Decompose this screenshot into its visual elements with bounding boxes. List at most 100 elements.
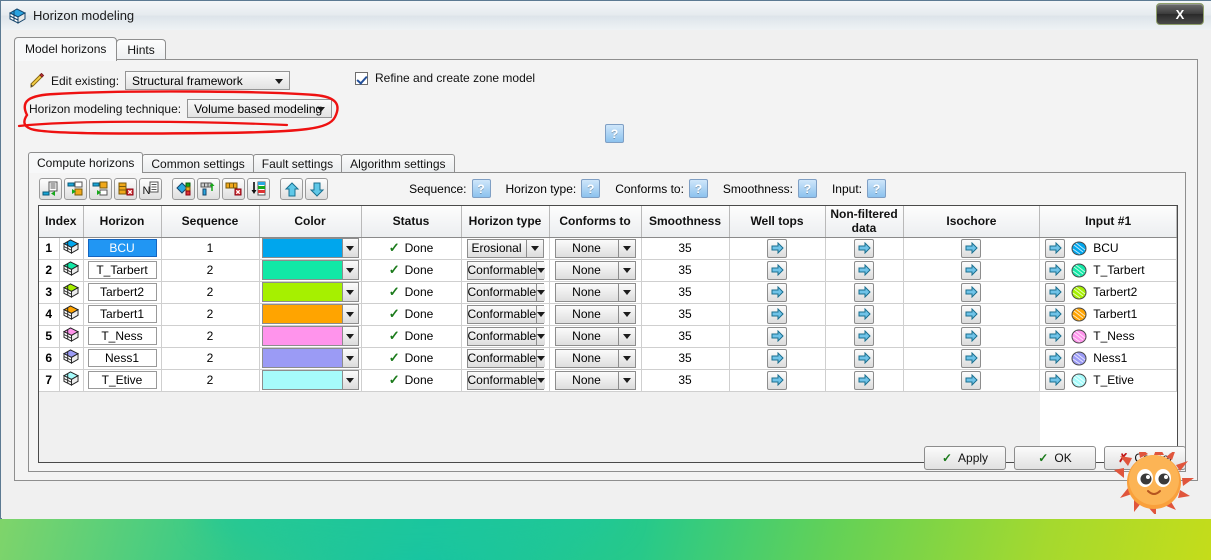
go-arrow-button[interactable] <box>961 282 982 302</box>
cell-sequence[interactable]: 2 <box>161 303 260 326</box>
go-arrow-button[interactable] <box>854 348 874 368</box>
table-row[interactable]: 4 Tarbert1 2 ✓ Done Conformable None 35 Tarbert1 <box>39 303 1177 326</box>
apply-button[interactable]: ✓ Apply <box>924 446 1006 470</box>
cell-non-filtered-data[interactable] <box>825 325 904 348</box>
conforms-to-dropdown-button[interactable] <box>617 349 635 367</box>
go-arrow-button[interactable] <box>961 348 982 368</box>
cell-well-tops[interactable] <box>729 237 826 260</box>
table-row[interactable]: 3 Tarbert2 2 ✓ Done Conformable None 35 Tarbert2 <box>39 281 1177 304</box>
go-arrow-button[interactable] <box>961 304 982 324</box>
cell-well-tops[interactable] <box>729 347 826 370</box>
go-arrow-button[interactable] <box>1045 238 1066 258</box>
conforms-to-dropdown-button[interactable] <box>617 239 635 257</box>
cell-well-tops[interactable] <box>729 259 826 282</box>
cell-color[interactable] <box>259 325 362 348</box>
cell-conforms-to[interactable]: None <box>549 369 642 392</box>
sort-column-button[interactable] <box>247 178 270 200</box>
cell-isochore[interactable] <box>903 259 1041 282</box>
table-row[interactable]: 6 Ness1 2 ✓ Done Conformable None 35 Ness1 <box>39 347 1177 370</box>
go-arrow-button[interactable] <box>854 238 874 258</box>
horizon-type-dropdown-button[interactable] <box>525 239 543 257</box>
go-arrow-button[interactable] <box>1045 370 1066 390</box>
header-smoothness[interactable]: Smoothness <box>641 206 730 238</box>
cell-non-filtered-data[interactable] <box>825 281 904 304</box>
header-isochore[interactable]: Isochore <box>903 206 1041 238</box>
cell-smoothness[interactable]: 35 <box>641 347 730 370</box>
table-row[interactable]: 7 T_Etive 2 ✓ Done Conformable None 35 T_Etive <box>39 369 1177 392</box>
header-color[interactable]: Color <box>259 206 362 238</box>
go-arrow-button[interactable] <box>854 282 874 302</box>
color-dropdown-button[interactable] <box>341 260 359 280</box>
help-button-smoothness[interactable]: ? <box>797 179 817 198</box>
insert-below-button[interactable] <box>89 178 112 200</box>
cell-smoothness[interactable]: 35 <box>641 369 730 392</box>
cell-color[interactable] <box>259 347 362 370</box>
tab-hints[interactable]: Hints <box>116 39 166 61</box>
cell-conforms-to[interactable]: None <box>549 347 642 370</box>
color-dropdown-button[interactable] <box>341 348 359 368</box>
add-column-button[interactable] <box>197 178 220 200</box>
cell-sequence[interactable]: 2 <box>161 369 260 392</box>
go-arrow-button[interactable] <box>767 348 787 368</box>
conforms-to-dropdown-button[interactable] <box>617 283 635 301</box>
move-up-button[interactable] <box>280 178 303 200</box>
go-arrow-button[interactable] <box>1045 348 1066 368</box>
refine-checkbox[interactable] <box>355 71 368 85</box>
go-arrow-button[interactable] <box>961 326 982 346</box>
cell-conforms-to[interactable]: None <box>549 259 642 282</box>
cell-horizon[interactable]: Ness1 <box>83 347 162 370</box>
header-non-filtered-data[interactable]: Non-filtered data <box>825 206 904 238</box>
go-arrow-button[interactable] <box>961 260 982 280</box>
tab-model-horizons[interactable]: Model horizons <box>14 37 118 61</box>
header-input-1[interactable]: Input #1 <box>1039 206 1177 238</box>
cell-input-1[interactable]: T_Ness <box>1039 325 1177 348</box>
move-down-button[interactable] <box>305 178 328 200</box>
go-arrow-button[interactable] <box>767 282 787 302</box>
header-index[interactable]: Index <box>39 206 84 238</box>
cell-non-filtered-data[interactable] <box>825 259 904 282</box>
go-arrow-button[interactable] <box>1045 304 1066 324</box>
tab-algorithm-settings[interactable]: Algorithm settings <box>341 154 455 173</box>
cell-sequence[interactable]: 2 <box>161 347 260 370</box>
cell-conforms-to[interactable]: None <box>549 325 642 348</box>
fill-color-button[interactable] <box>172 178 195 200</box>
cell-smoothness[interactable]: 35 <box>641 237 730 260</box>
header-sequence[interactable]: Sequence <box>161 206 260 238</box>
go-arrow-button[interactable] <box>854 326 874 346</box>
go-arrow-button[interactable] <box>1045 282 1066 302</box>
conforms-to-dropdown-button[interactable] <box>617 371 635 389</box>
cell-sequence[interactable]: 2 <box>161 281 260 304</box>
go-arrow-button[interactable] <box>767 304 787 324</box>
cell-non-filtered-data[interactable] <box>825 347 904 370</box>
go-arrow-button[interactable] <box>767 238 787 258</box>
cell-non-filtered-data[interactable] <box>825 237 904 260</box>
cell-conforms-to[interactable]: None <box>549 237 642 260</box>
cell-non-filtered-data[interactable] <box>825 303 904 326</box>
cell-horizon[interactable]: Tarbert1 <box>83 303 162 326</box>
header-horizon-type[interactable]: Horizon type <box>461 206 550 238</box>
color-dropdown-button[interactable] <box>341 238 359 258</box>
cell-smoothness[interactable]: 35 <box>641 281 730 304</box>
ok-button[interactable]: ✓ OK <box>1014 446 1096 470</box>
cell-well-tops[interactable] <box>729 281 826 304</box>
cell-sequence[interactable]: 2 <box>161 325 260 348</box>
delete-column-button[interactable] <box>222 178 245 200</box>
cell-input-1[interactable]: Tarbert2 <box>1039 281 1177 304</box>
cell-input-1[interactable]: Ness1 <box>1039 347 1177 370</box>
header-conforms-to[interactable]: Conforms to <box>549 206 642 238</box>
go-arrow-button[interactable] <box>961 370 982 390</box>
cell-color[interactable] <box>259 237 362 260</box>
go-arrow-button[interactable] <box>767 326 787 346</box>
horizons-grid[interactable]: Index Horizon Sequence Color Status Hori… <box>38 205 1178 463</box>
color-dropdown-button[interactable] <box>341 282 359 302</box>
cell-color[interactable] <box>259 281 362 304</box>
cell-smoothness[interactable]: 35 <box>641 259 730 282</box>
cell-horizon[interactable]: T_Ness <box>83 325 162 348</box>
cell-horizon-type[interactable]: Conformable <box>461 325 550 348</box>
go-arrow-button[interactable] <box>854 260 874 280</box>
cell-smoothness[interactable]: 35 <box>641 303 730 326</box>
horizon-type-dropdown-button[interactable] <box>536 305 546 323</box>
cell-well-tops[interactable] <box>729 369 826 392</box>
tab-common-settings[interactable]: Common settings <box>142 154 254 173</box>
color-dropdown-button[interactable] <box>341 304 359 324</box>
